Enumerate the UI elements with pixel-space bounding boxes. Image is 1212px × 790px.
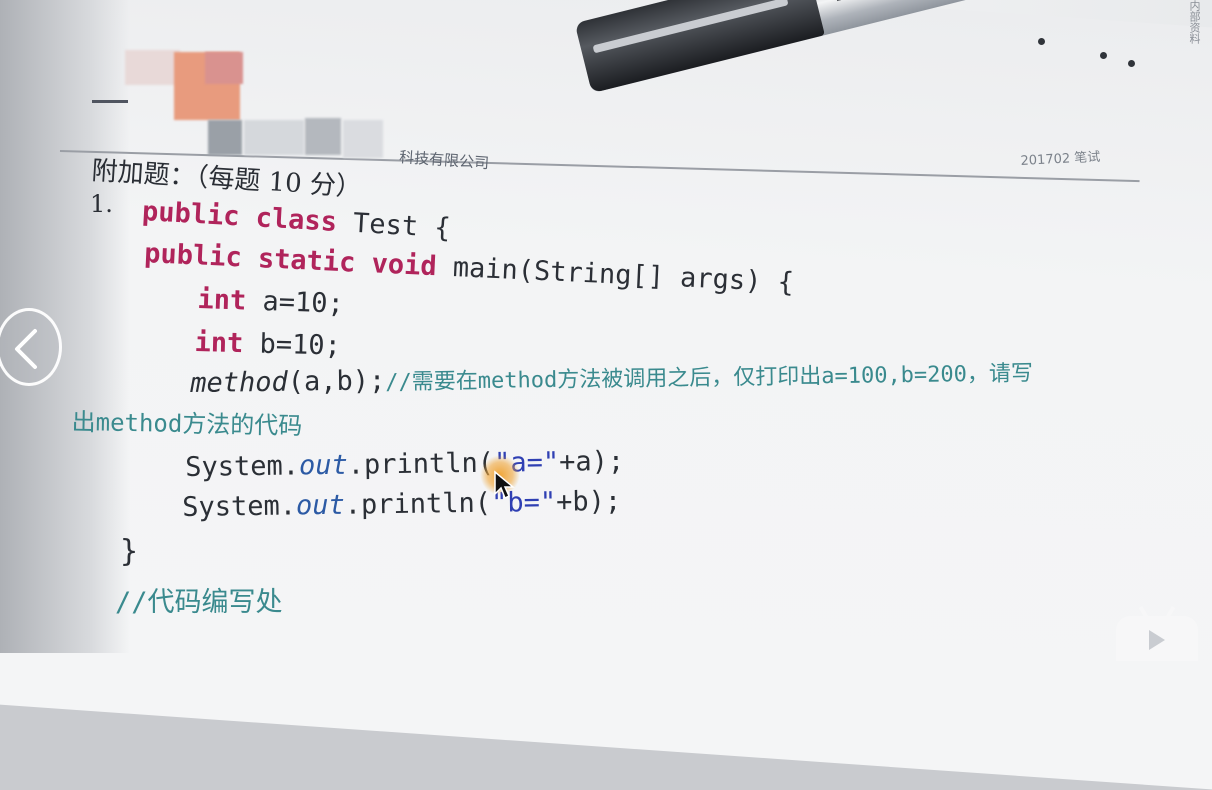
method-call: method: [190, 366, 288, 399]
chevron-left-icon: [15, 329, 37, 369]
closing-brace: }: [120, 534, 139, 569]
code-line: method(a,b);//需要在method方法被调用之后，仅打印出a=100…: [190, 355, 1033, 399]
code-line: int a=10;: [197, 284, 344, 320]
code-line: int b=10;: [194, 327, 341, 362]
code-text: .println(: [344, 487, 492, 521]
section-title: 附加题：（每题 10 分）: [90, 155, 363, 203]
mouse-pointer-icon: [493, 470, 516, 504]
code-text: .println(: [347, 447, 495, 481]
code-comment-continued: 出method方法的代码: [71, 407, 303, 441]
code-field: out: [295, 489, 345, 522]
code-text: main(String[] args) {: [435, 251, 795, 299]
code-field: out: [298, 449, 348, 482]
code-text: +b);: [555, 485, 622, 518]
exam-question: 附加题：（每题 10 分） 1. public class Test { pub…: [0, 0, 1212, 653]
play-icon: [1149, 630, 1165, 650]
question-number: 1.: [90, 190, 113, 218]
code-comment: //代码编写处: [115, 587, 283, 618]
code-line: System.out.println("b="+b);: [182, 486, 621, 523]
code-text: a=10;: [245, 285, 345, 320]
code-text: (a,b);: [287, 365, 386, 398]
code-line: System.out.println("a="+a);: [185, 446, 624, 483]
code-line: public class Test {: [141, 196, 451, 244]
code-keyword: int: [197, 284, 247, 317]
code-text: +a);: [558, 445, 625, 478]
photo-scene: 科技有限公司 201702 笔试 内部资料 附加题：（每题 10 分） 1. p…: [0, 0, 1212, 790]
code-keyword: public class: [141, 196, 338, 238]
bilibili-tv-icon[interactable]: [1116, 605, 1198, 661]
code-comment: //需要在method方法被调用之后，仅打印出a=100,b=200，请写: [385, 361, 1034, 396]
code-text: System.: [182, 490, 297, 523]
code-text: System.: [185, 450, 300, 483]
code-keyword: int: [194, 327, 244, 360]
code-text: Test {: [336, 206, 452, 245]
code-keyword: public static void: [143, 238, 438, 283]
code-text: b=10;: [243, 328, 342, 362]
